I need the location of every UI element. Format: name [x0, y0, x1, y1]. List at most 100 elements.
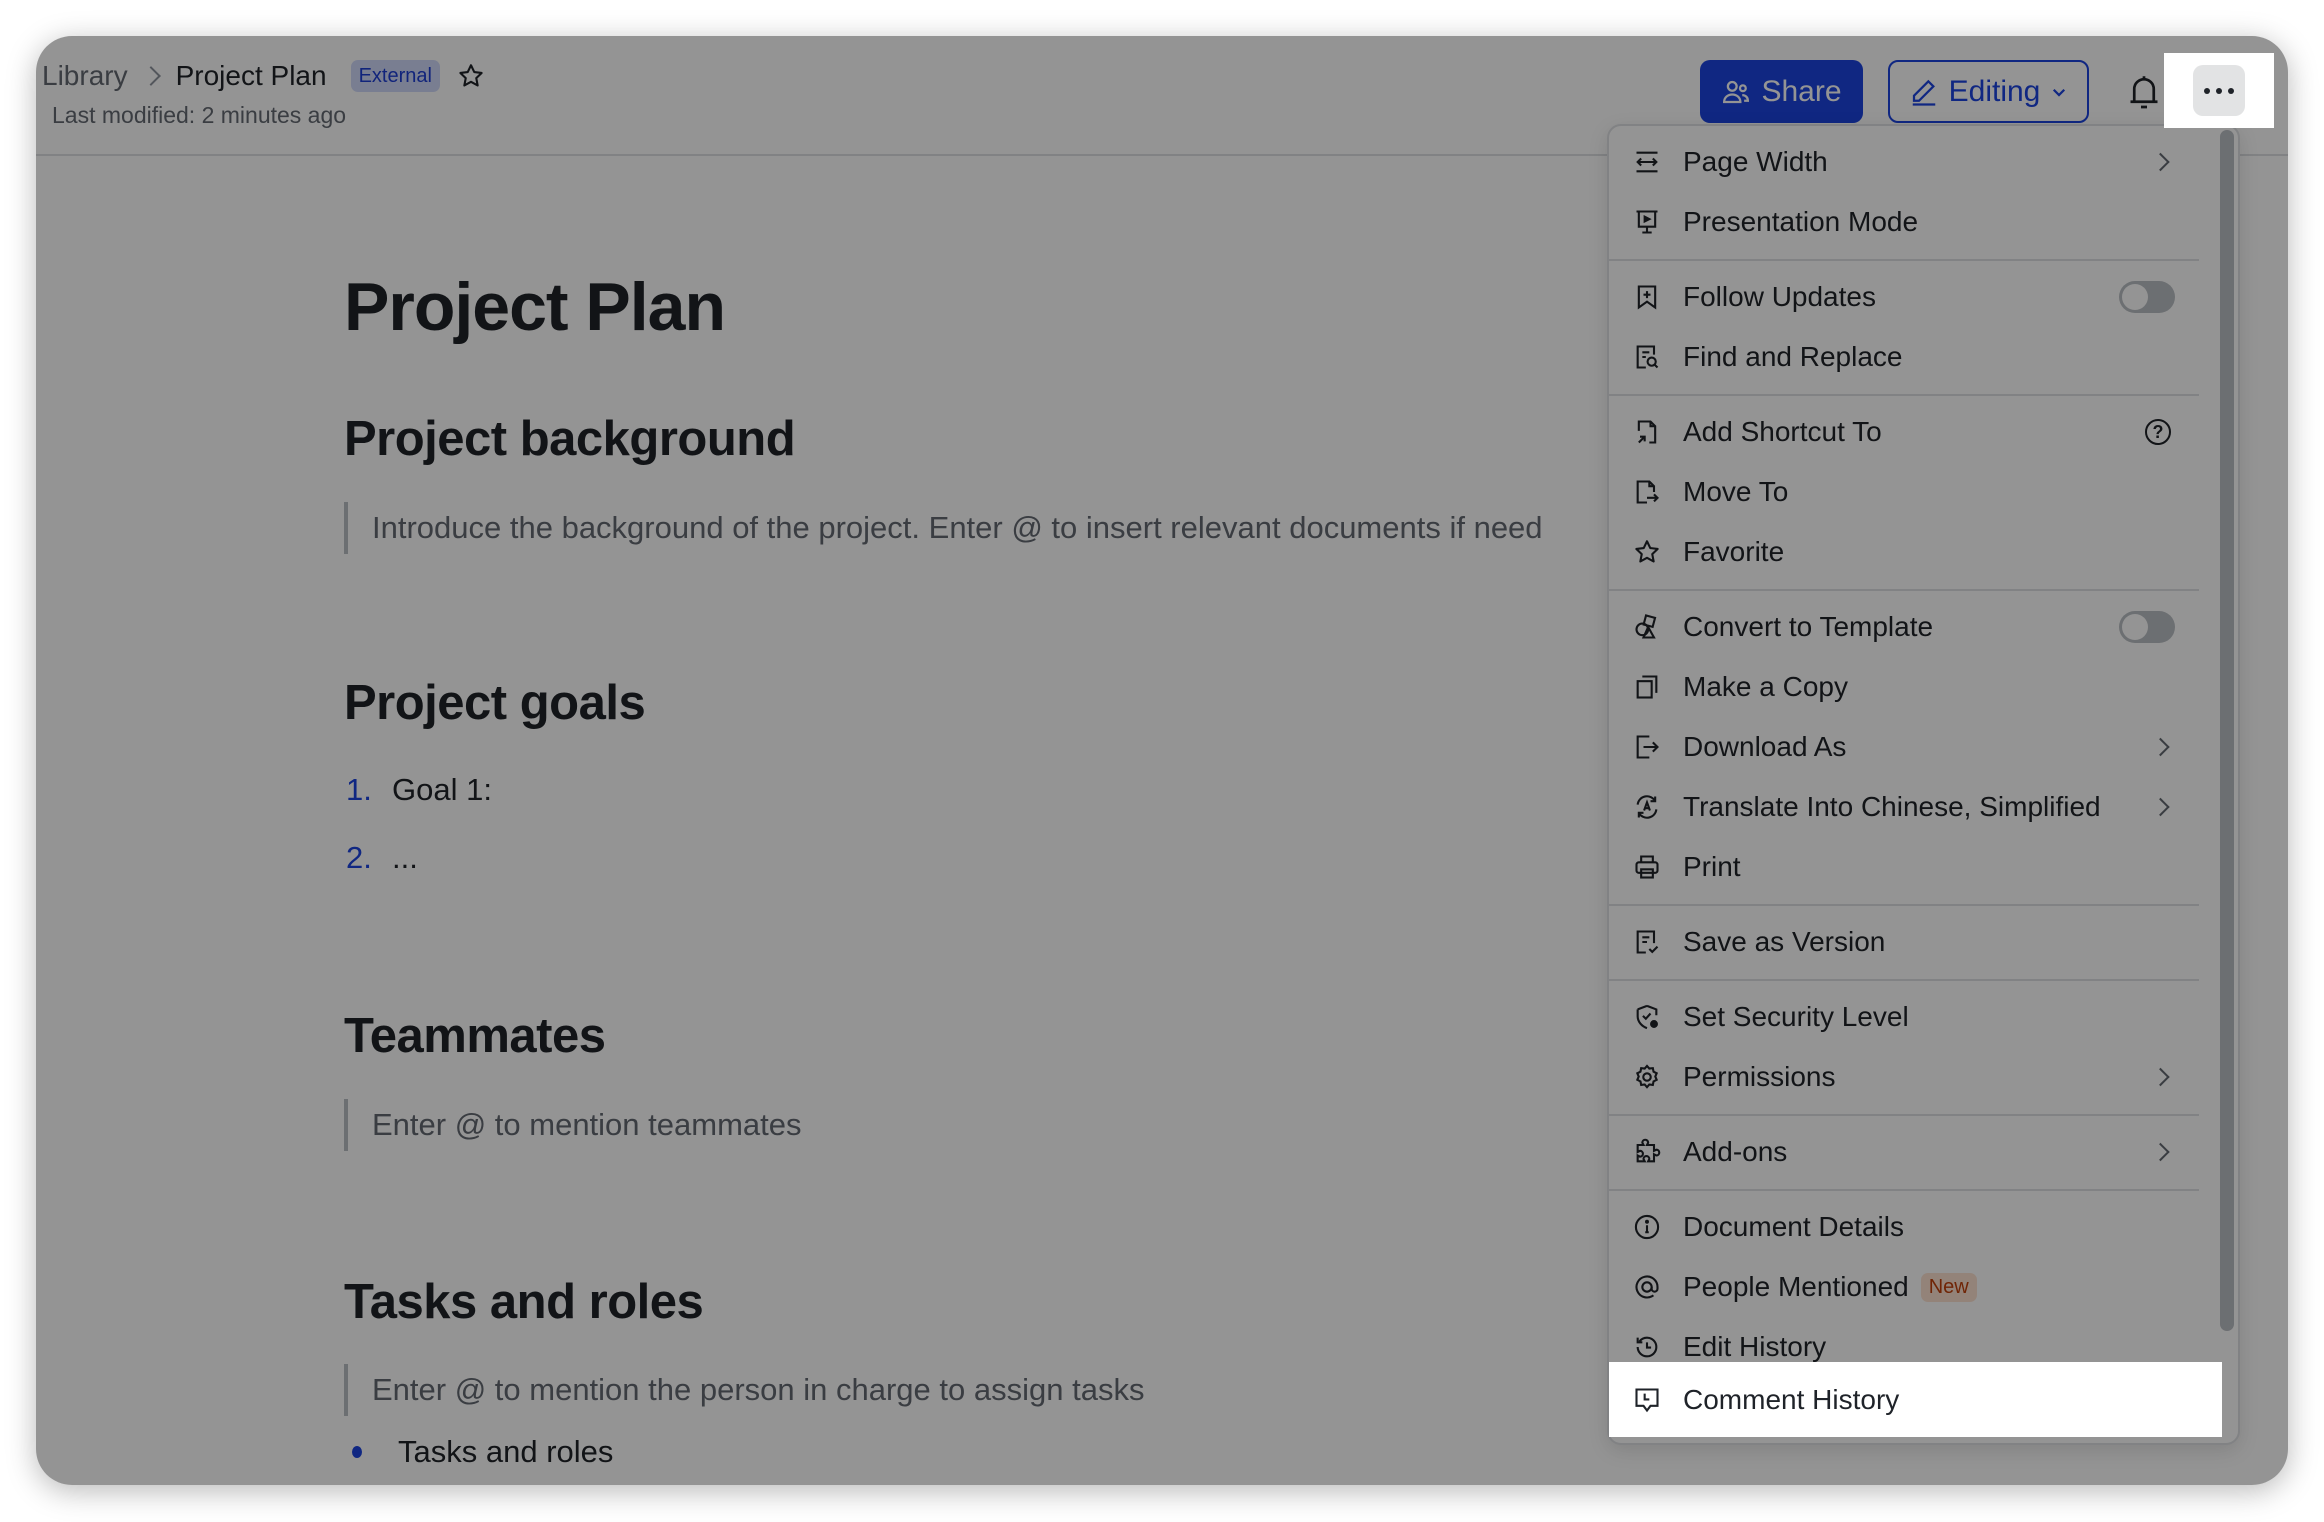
menu-item-convert-to-template[interactable]: Convert to Template	[1609, 597, 2199, 657]
shortcut-icon	[1637, 420, 1657, 444]
external-badge: External	[350, 60, 440, 92]
notifications-button[interactable]	[2126, 72, 2162, 112]
menu-label: Print	[1683, 851, 1741, 882]
chevron-right-icon	[2151, 1142, 2170, 1162]
heading-project-background[interactable]: Project background	[344, 411, 796, 467]
menu-label: Document Details	[1683, 1211, 1904, 1242]
page-width-icon	[1636, 151, 1658, 173]
menu-label: Edit History	[1683, 1331, 1827, 1362]
heading-project-goals[interactable]: Project goals	[344, 675, 646, 731]
bell-icon	[2130, 76, 2158, 109]
menu-item-add-ons[interactable]: Add-ons	[1609, 1122, 2199, 1182]
star-icon	[459, 64, 483, 87]
background-placeholder[interactable]: Introduce the background of the project.…	[344, 502, 1543, 554]
menu-label: Set Security Level	[1683, 1001, 1909, 1032]
goal-list-item[interactable]: 2....	[346, 840, 418, 876]
shield-icon	[1636, 1004, 1658, 1030]
bullet-icon	[352, 1445, 362, 1458]
menu-item-permissions[interactable]: Permissions	[1609, 1047, 2199, 1107]
new-badge: New	[1920, 1272, 1977, 1302]
menu-item-add-shortcut[interactable]: Add Shortcut To ?	[1609, 402, 2199, 462]
breadcrumb-current: Project Plan	[175, 60, 327, 91]
bookmark-plus-icon	[1637, 285, 1657, 310]
menu-divider	[1609, 979, 2199, 981]
follow-updates-toggle[interactable]	[2119, 281, 2175, 313]
chevron-down-icon	[2053, 88, 2066, 97]
app-window: Library Project Plan External Last modif…	[36, 36, 2288, 1485]
menu-item-set-security-level[interactable]: Set Security Level	[1609, 987, 2199, 1047]
more-options-menu: Page Width Presentation Mode Follow Upda…	[1607, 124, 2240, 1445]
history-icon	[1636, 1336, 1658, 1358]
heading-teammates[interactable]: Teammates	[344, 1008, 606, 1064]
menu-label: Download As	[1683, 731, 1847, 762]
tasks-placeholder[interactable]: Enter @ to mention the person in charge …	[344, 1364, 1144, 1416]
menu-item-follow-updates[interactable]: Follow Updates	[1609, 267, 2199, 327]
presentation-icon	[1636, 210, 1658, 234]
menu-label: Follow Updates	[1683, 281, 1876, 312]
more-icon	[2228, 87, 2234, 94]
more-button-spotlight	[2164, 53, 2274, 128]
menu-divider	[1609, 1189, 2199, 1191]
teammates-placeholder[interactable]: Enter @ to mention teammates	[344, 1099, 802, 1151]
heading-tasks-and-roles[interactable]: Tasks and roles	[344, 1274, 704, 1330]
menu-item-presentation-mode[interactable]: Presentation Mode	[1609, 192, 2199, 252]
comment-history-icon	[1635, 1387, 1659, 1412]
menu-label: Make a Copy	[1683, 671, 1848, 702]
menu-label: Presentation Mode	[1683, 206, 1919, 237]
menu-label: Add Shortcut To	[1683, 416, 1882, 447]
info-icon	[1634, 1214, 1660, 1240]
share-label: Share	[1761, 74, 1842, 108]
menu-label: Find and Replace	[1683, 341, 1903, 372]
copy-icon	[1636, 675, 1658, 699]
menu-item-document-details[interactable]: Document Details	[1609, 1197, 2199, 1257]
menu-scrollbar[interactable]	[2220, 130, 2234, 1331]
list-text: ...	[392, 840, 418, 875]
convert-template-toggle[interactable]	[2119, 611, 2175, 643]
gear-icon	[1635, 1064, 1659, 1089]
menu-label: Favorite	[1683, 536, 1785, 567]
more-options-button[interactable]	[2193, 65, 2245, 116]
menu-divider	[1609, 259, 2199, 261]
last-modified: Last modified: 2 minutes ago	[52, 102, 347, 128]
list-number: 1.	[346, 772, 372, 807]
find-replace-icon	[1636, 345, 1659, 369]
menu-label: Comment History	[1683, 1383, 1900, 1415]
translate-icon	[1636, 795, 1658, 819]
menu-item-translate[interactable]: Translate Into Chinese, Simplified	[1609, 777, 2199, 837]
download-icon	[1636, 735, 1659, 759]
menu-label: Convert to Template	[1683, 611, 1934, 642]
template-icon	[1635, 614, 1657, 639]
menu-label: Page Width	[1683, 146, 1828, 177]
pencil-icon	[1912, 79, 1935, 106]
menu-item-find-and-replace[interactable]: Find and Replace	[1609, 327, 2199, 387]
share-button[interactable]: Share	[1700, 60, 1863, 123]
more-icon	[2216, 87, 2222, 94]
chevron-right-icon	[140, 66, 161, 86]
breadcrumb-library[interactable]: Library	[42, 60, 128, 92]
menu-item-favorite[interactable]: Favorite	[1609, 522, 2199, 582]
menu-label: Move To	[1683, 476, 1789, 507]
menu-item-people-mentioned[interactable]: People Mentioned New	[1609, 1257, 2199, 1317]
menu-label: Add-ons	[1683, 1136, 1788, 1167]
menu-item-make-a-copy[interactable]: Make a Copy	[1609, 657, 2199, 717]
menu-item-download-as[interactable]: Download As	[1609, 717, 2199, 777]
help-icon[interactable]: ?	[2145, 419, 2171, 445]
star-icon	[1635, 540, 1659, 563]
bullet-list-item[interactable]: Tasks and roles	[344, 1434, 613, 1470]
favorite-star-button[interactable]	[456, 61, 486, 91]
editing-mode-button[interactable]: Editing	[1888, 60, 2089, 123]
editing-label: Editing	[1948, 74, 2041, 108]
printer-icon	[1635, 855, 1659, 879]
menu-item-save-as-version[interactable]: Save as Version	[1609, 912, 2199, 972]
goal-list-item[interactable]: 1. Goal 1:	[346, 772, 492, 808]
menu-label: People Mentioned	[1683, 1271, 1909, 1302]
menu-item-page-width[interactable]: Page Width	[1609, 132, 2199, 192]
menu-item-move-to[interactable]: Move To	[1609, 462, 2199, 522]
menu-item-comment-history[interactable]: Comment History	[1609, 1362, 2222, 1437]
document-title[interactable]: Project Plan	[344, 268, 726, 346]
menu-divider	[1609, 904, 2199, 906]
menu-divider	[1609, 394, 2199, 396]
menu-label: Save as Version	[1683, 926, 1886, 957]
list-text: Tasks and roles	[398, 1434, 614, 1469]
menu-item-print[interactable]: Print	[1609, 837, 2199, 897]
